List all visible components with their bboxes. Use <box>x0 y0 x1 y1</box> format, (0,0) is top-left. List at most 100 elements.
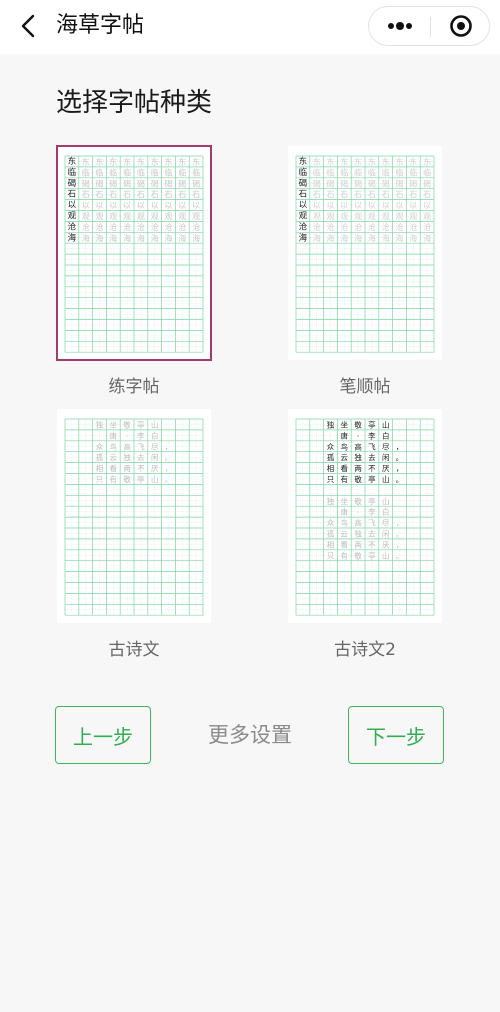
trace-char: 石 <box>396 190 404 199</box>
trace-char: 碣 <box>368 179 376 188</box>
trace-char: 东 <box>82 156 90 166</box>
leading-char: 石 <box>68 190 77 200</box>
poem-char: 只 <box>96 475 104 484</box>
trace-char: 观 <box>313 212 321 221</box>
poem-char: 李 <box>368 507 376 517</box>
poem-char: 尽 <box>382 519 390 528</box>
trace-char: 沧 <box>192 222 200 232</box>
poem-char: ， <box>165 464 173 473</box>
trace-char: 石 <box>409 190 417 199</box>
trace-char: 沧 <box>423 222 431 232</box>
trace-char: 临 <box>327 167 335 177</box>
template-card-stroke-order[interactable]: 东东东东东东东东东东临临临临临临临临临临碣碣碣碣碣碣碣碣碣碣石石石石石石石石石石… <box>288 146 442 360</box>
trace-char: 东 <box>165 156 173 166</box>
poem-char: 众 <box>327 442 335 451</box>
more-settings-link[interactable]: 更多设置 <box>190 720 310 750</box>
trace-char: 碣 <box>382 179 390 188</box>
trace-char: 海 <box>423 233 431 243</box>
trace-char: 以 <box>82 201 90 210</box>
trace-char: 碣 <box>409 179 417 188</box>
trace-char: 东 <box>123 156 131 166</box>
poem-char: 看 <box>341 464 349 473</box>
poem-char: 。 <box>396 551 404 560</box>
poem-char: 高 <box>354 441 362 451</box>
trace-char: 东 <box>368 156 376 166</box>
trace-char: 碣 <box>123 179 131 188</box>
back-button[interactable] <box>14 11 44 41</box>
grid-lines <box>295 418 435 616</box>
poem-char: 闲 <box>382 453 390 462</box>
trace-char: 海 <box>109 233 117 243</box>
template-card-practice[interactable]: 东东东东东东东东东东临临临临临临临临临临碣碣碣碣碣碣碣碣碣碣石石石石石石石石石石… <box>56 145 212 361</box>
leading-char: 石 <box>299 190 308 200</box>
poem-char: 飞 <box>368 442 376 451</box>
leading-char: 以 <box>299 201 308 211</box>
trace-char: 以 <box>123 201 131 210</box>
previous-step-button[interactable]: 上一步 <box>55 706 151 764</box>
poem-char: 坐 <box>110 420 118 429</box>
trace-char: 临 <box>423 167 431 177</box>
poem-char: 唐 <box>341 507 349 517</box>
poem-char: 亭 <box>368 474 376 484</box>
trace-char: 以 <box>313 201 321 210</box>
poem-char: 尽 <box>382 442 390 451</box>
trace-char: 以 <box>354 201 362 210</box>
poem-char: 独 <box>354 452 362 462</box>
poem-char: 。 <box>396 453 404 462</box>
trace-char: 以 <box>192 201 200 210</box>
poem-char: 厌 <box>151 464 159 473</box>
trace-char: 观 <box>192 212 200 221</box>
template-card-poem-2[interactable]: 独坐敬亭山唐 · 李白众鸟高飞尽，孤云独去闲。相看两不厌，只有敬亭山。独坐敬亭山唐 ·… <box>288 409 442 623</box>
poem-char: 去 <box>368 452 376 462</box>
trace-char: 观 <box>123 212 131 221</box>
trace-char: 观 <box>382 212 390 221</box>
trace-char: 东 <box>178 156 186 166</box>
trace-char: 海 <box>123 233 131 243</box>
trace-char: 以 <box>423 201 431 210</box>
trace-char: 石 <box>165 190 173 199</box>
trace-char: 观 <box>109 212 117 221</box>
poem-char: 山 <box>382 550 390 560</box>
trace-char: 观 <box>165 212 173 221</box>
trace-char: 石 <box>368 190 376 199</box>
poem-char: 看 <box>341 540 349 549</box>
trace-char: 临 <box>123 167 131 177</box>
navigation-bar: 海草字帖 <box>0 0 500 54</box>
trace-char: 沧 <box>409 222 417 232</box>
trace-char: 石 <box>82 190 90 199</box>
trace-char: 石 <box>96 190 104 199</box>
leading-char: 东 <box>299 156 308 167</box>
trace-char: 以 <box>151 201 159 210</box>
trace-char: 碣 <box>313 179 321 188</box>
poem-char: 敬 <box>123 419 131 429</box>
trace-char: 观 <box>423 212 431 221</box>
leading-char: 东 <box>68 156 77 167</box>
trace-char: 观 <box>151 212 159 221</box>
leading-char: 碣 <box>68 179 77 189</box>
next-step-button[interactable]: 下一步 <box>348 706 444 764</box>
trace-char: 沧 <box>96 222 104 232</box>
trace-char: 以 <box>327 201 335 210</box>
close-button[interactable] <box>431 7 490 45</box>
poem-char: 敬 <box>354 474 362 484</box>
trace-char: 临 <box>313 167 321 177</box>
trace-char: 临 <box>165 167 173 177</box>
trace-char: 海 <box>368 233 376 243</box>
trace-char: 临 <box>396 167 404 177</box>
poem-char: 。 <box>396 475 404 484</box>
poem-char: ， <box>396 540 404 549</box>
trace-char: 东 <box>151 156 159 166</box>
trace-char: 沧 <box>368 222 376 232</box>
more-button[interactable] <box>369 7 430 45</box>
poem-char: 独 <box>327 419 335 429</box>
poem-char: 孤 <box>327 528 335 538</box>
trace-char: 临 <box>192 167 200 177</box>
poem-char: 两 <box>354 464 362 473</box>
poem-char: 有 <box>341 550 349 560</box>
leading-char: 碣 <box>299 179 308 189</box>
stroke-order-sheet-preview: 东东东东东东东东东东临临临临临临临临临临碣碣碣碣碣碣碣碣碣碣石石石石石石石石石石… <box>295 155 435 353</box>
trace-char: 东 <box>382 156 390 166</box>
poem-char: · <box>126 431 128 440</box>
template-card-poem[interactable]: 独坐敬亭山唐 · 李白众鸟高飞尽，孤云独去闲。相看两不厌，只有敬亭山。 <box>57 409 211 623</box>
poem-char: 独 <box>354 528 362 538</box>
